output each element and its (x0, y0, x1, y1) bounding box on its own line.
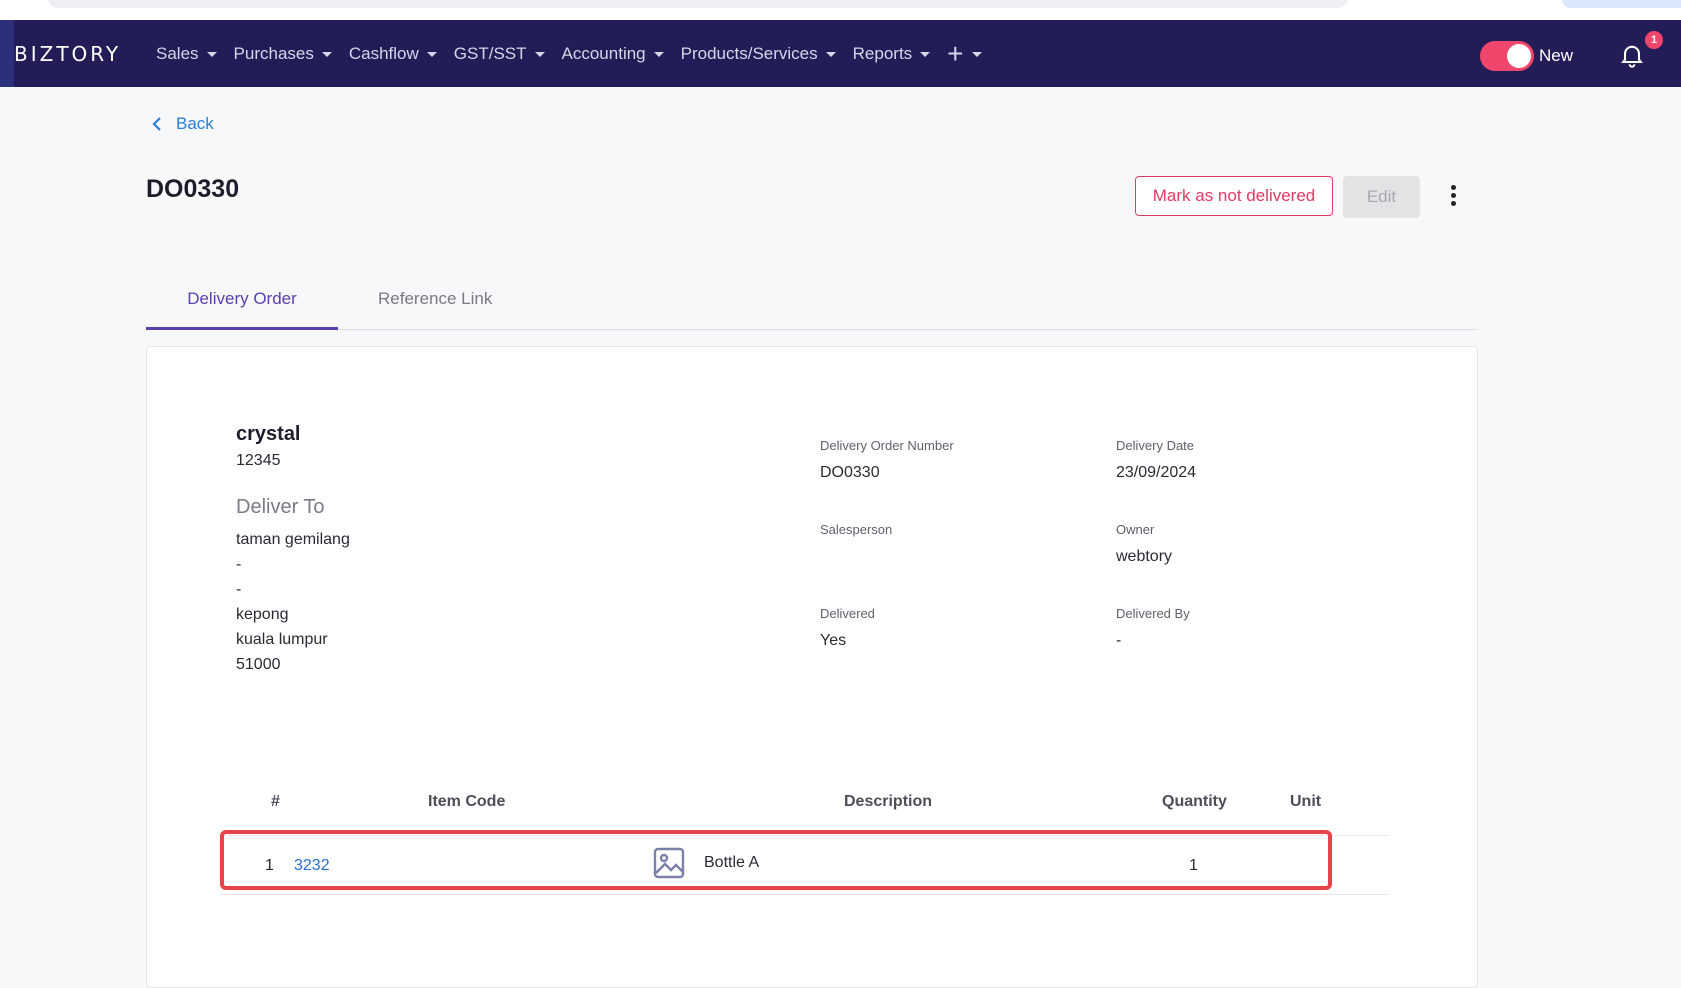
nav-item-sales[interactable]: Sales (156, 44, 217, 64)
page-title: DO0330 (146, 175, 240, 203)
column-header-description: Description (844, 793, 933, 810)
address-line: - (236, 556, 242, 573)
browser-top-strip (0, 0, 1681, 20)
mark-not-delivered-button[interactable]: Mark as not delivered (1135, 176, 1333, 216)
delivery-date-value: 23/09/2024 (1116, 464, 1197, 481)
address-line: taman gemilang (236, 531, 350, 548)
caret-down-icon (321, 52, 332, 57)
column-header-unit: Unit (1290, 793, 1322, 810)
caret-down-icon (971, 52, 982, 57)
tab-reference-link[interactable]: Reference Link (378, 289, 492, 309)
plus-icon: + (947, 37, 964, 69)
back-link[interactable]: Back (152, 114, 214, 134)
delivered-by-label: Delivered By (1116, 606, 1190, 621)
notification-badge: 1 (1645, 31, 1663, 49)
address-line: kuala lumpur (236, 631, 328, 648)
nav-item-label: Products/Services (680, 43, 818, 63)
tab-delivery-order[interactable]: Delivery Order (146, 289, 338, 330)
deliver-to-heading: Deliver To (236, 496, 325, 518)
caret-down-icon (206, 52, 217, 57)
delivery-date-label: Delivery Date (1116, 438, 1195, 453)
customer-code: 12345 (236, 452, 281, 469)
nav-item-label: Sales (156, 43, 199, 63)
top-navbar: BIZTORY Sales Purchases Cashflow GST/SST… (0, 20, 1681, 87)
delivered-label: Delivered (820, 606, 875, 621)
new-toggle-label: New (1539, 46, 1574, 65)
browser-button[interactable] (1562, 0, 1681, 8)
nav-item-label: Accounting (561, 43, 646, 63)
nav-item-gst-sst[interactable]: GST/SST (454, 44, 545, 64)
nav-item-reports[interactable]: Reports (853, 44, 931, 64)
customer-name: crystal (236, 423, 301, 445)
bell-icon[interactable] (1618, 40, 1646, 70)
nav-item-label: Purchases (233, 43, 314, 63)
delivery-order-card (146, 346, 1478, 988)
address-line: kepong (236, 606, 289, 623)
caret-down-icon (426, 52, 437, 57)
navbar-edge (0, 20, 14, 87)
new-ui-toggle[interactable] (1480, 41, 1534, 71)
toggle-knob (1507, 44, 1531, 68)
app-logo[interactable]: BIZTORY (14, 42, 121, 66)
nav-item-label: Cashflow (348, 43, 419, 63)
do-number-label: Delivery Order Number (820, 438, 954, 453)
owner-value: webtory (1116, 548, 1173, 565)
column-header-quantity: Quantity (1162, 793, 1227, 810)
more-options-icon[interactable] (1447, 185, 1459, 209)
column-header-item-code: Item Code (428, 793, 506, 810)
column-header-number: # (271, 793, 280, 810)
nav-item-cashflow[interactable]: Cashflow (349, 44, 437, 64)
table-divider (220, 894, 1388, 895)
tab-bar: Delivery Order Reference Link (146, 272, 1477, 330)
caret-down-icon (534, 52, 545, 57)
nav-menu: Sales Purchases Cashflow GST/SST Account… (156, 20, 999, 87)
nav-item-products-services[interactable]: Products/Services (681, 44, 836, 64)
caret-down-icon (825, 52, 836, 57)
caret-down-icon (920, 52, 931, 57)
delivered-by-value: - (1116, 632, 1122, 649)
address-line: - (236, 581, 242, 598)
caret-down-icon (653, 52, 664, 57)
nav-item-label: Reports (852, 43, 913, 63)
browser-address-bar[interactable] (48, 0, 1348, 8)
chevron-left-icon (152, 117, 161, 131)
delivered-value: Yes (820, 632, 847, 649)
edit-button[interactable]: Edit (1343, 176, 1420, 218)
quick-add-button[interactable]: + (947, 37, 982, 69)
nav-item-accounting[interactable]: Accounting (562, 44, 664, 64)
nav-item-purchases[interactable]: Purchases (234, 44, 332, 64)
row-highlight-box (220, 830, 1332, 890)
nav-item-label: GST/SST (453, 43, 527, 63)
do-number-value: DO0330 (820, 464, 880, 481)
back-label: Back (176, 114, 214, 133)
address-line: 51000 (236, 656, 281, 673)
salesperson-label: Salesperson (820, 522, 893, 537)
owner-label: Owner (1116, 522, 1155, 537)
